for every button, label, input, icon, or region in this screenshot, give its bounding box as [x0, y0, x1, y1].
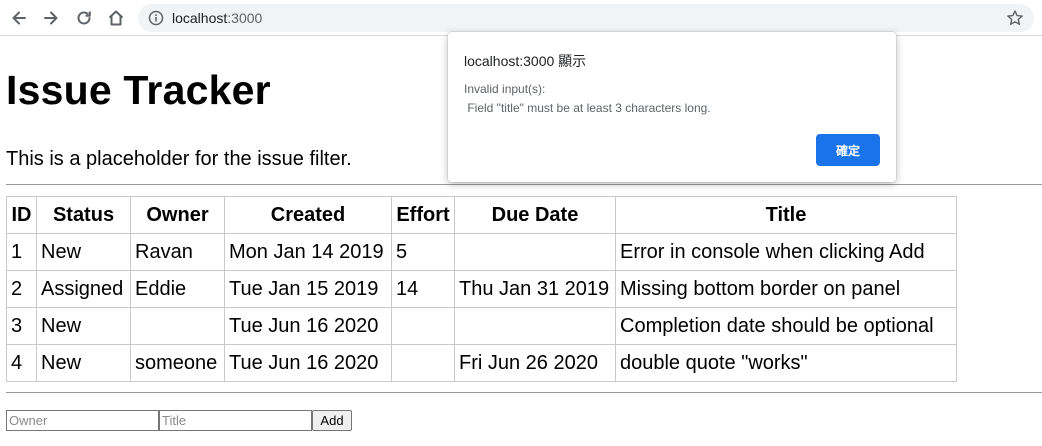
- table-row: 3 New Tue Jun 16 2020 Completion date sh…: [6, 307, 957, 345]
- forward-icon[interactable]: [39, 6, 63, 30]
- star-icon[interactable]: [1006, 9, 1024, 27]
- cell-id: 3: [6, 307, 37, 345]
- add-button[interactable]: Add: [312, 410, 352, 431]
- back-icon[interactable]: [7, 6, 31, 30]
- info-icon[interactable]: [148, 10, 164, 26]
- home-icon[interactable]: [104, 6, 128, 30]
- table-row: 2 Assigned Eddie Tue Jan 15 2019 14 Thu …: [6, 270, 957, 308]
- header-title: Title: [615, 196, 957, 234]
- cell-created: Tue Jan 15 2019: [224, 270, 392, 308]
- header-owner: Owner: [130, 196, 225, 234]
- cell-owner: [130, 307, 225, 345]
- url-port: :3000: [227, 10, 263, 26]
- reload-icon[interactable]: [72, 6, 96, 30]
- cell-created: Tue Jun 16 2020: [224, 344, 392, 382]
- table-header-row: ID Status Owner Created Effort Due Date …: [6, 196, 957, 234]
- header-created: Created: [224, 196, 392, 234]
- browser-toolbar: localhost:3000: [0, 0, 1042, 36]
- cell-due-date: [454, 307, 616, 345]
- dialog-message-line1: Invalid input(s):: [464, 82, 546, 96]
- url-host: localhost: [172, 10, 228, 26]
- cell-due-date: Fri Jun 26 2020: [454, 344, 616, 382]
- cell-status: New: [36, 344, 131, 382]
- owner-input[interactable]: [6, 410, 159, 431]
- alert-dialog: localhost:3000 顯示 Invalid input(s): Fiel…: [448, 32, 896, 182]
- cell-effort: [391, 307, 455, 345]
- cell-effort: 14: [391, 270, 455, 308]
- header-status: Status: [36, 196, 131, 234]
- header-due-date: Due Date: [454, 196, 616, 234]
- page-title: Issue Tracker: [6, 67, 271, 113]
- header-effort: Effort: [391, 196, 455, 234]
- cell-due-date: Thu Jan 31 2019: [454, 270, 616, 308]
- cell-owner: someone: [130, 344, 225, 382]
- url-text: localhost:3000: [172, 10, 262, 26]
- dialog-message-line2: Field "title" must be at least 3 charact…: [464, 101, 711, 115]
- cell-effort: 5: [391, 233, 455, 271]
- address-bar[interactable]: localhost:3000: [138, 4, 1034, 32]
- cell-owner: Ravan: [130, 233, 225, 271]
- issue-add-form: Add: [6, 410, 352, 431]
- cell-id: 2: [6, 270, 37, 308]
- cell-title: Error in console when clicking Add: [615, 233, 957, 271]
- cell-id: 4: [6, 344, 37, 382]
- dialog-title: localhost:3000 顯示: [464, 53, 587, 69]
- cell-title: Completion date should be optional: [615, 307, 957, 345]
- divider-bottom: [6, 392, 1042, 393]
- cell-id: 1: [6, 233, 37, 271]
- issue-table: ID Status Owner Created Effort Due Date …: [6, 196, 957, 382]
- cell-status: Assigned: [36, 270, 131, 308]
- cell-title: double quote "works": [615, 344, 957, 382]
- cell-title: Missing bottom border on panel: [615, 270, 957, 308]
- cell-status: New: [36, 307, 131, 345]
- issue-filter-placeholder: This is a placeholder for the issue filt…: [6, 148, 352, 170]
- header-id: ID: [6, 196, 37, 234]
- dialog-ok-button[interactable]: 確定: [816, 134, 880, 166]
- cell-effort: [391, 344, 455, 382]
- cell-created: Tue Jun 16 2020: [224, 307, 392, 345]
- cell-due-date: [454, 233, 616, 271]
- divider-top: [6, 184, 1042, 185]
- table-row: 1 New Ravan Mon Jan 14 2019 5 Error in c…: [6, 233, 957, 271]
- cell-status: New: [36, 233, 131, 271]
- cell-owner: Eddie: [130, 270, 225, 308]
- table-row: 4 New someone Tue Jun 16 2020 Fri Jun 26…: [6, 344, 957, 382]
- title-input[interactable]: [159, 410, 312, 431]
- cell-created: Mon Jan 14 2019: [224, 233, 392, 271]
